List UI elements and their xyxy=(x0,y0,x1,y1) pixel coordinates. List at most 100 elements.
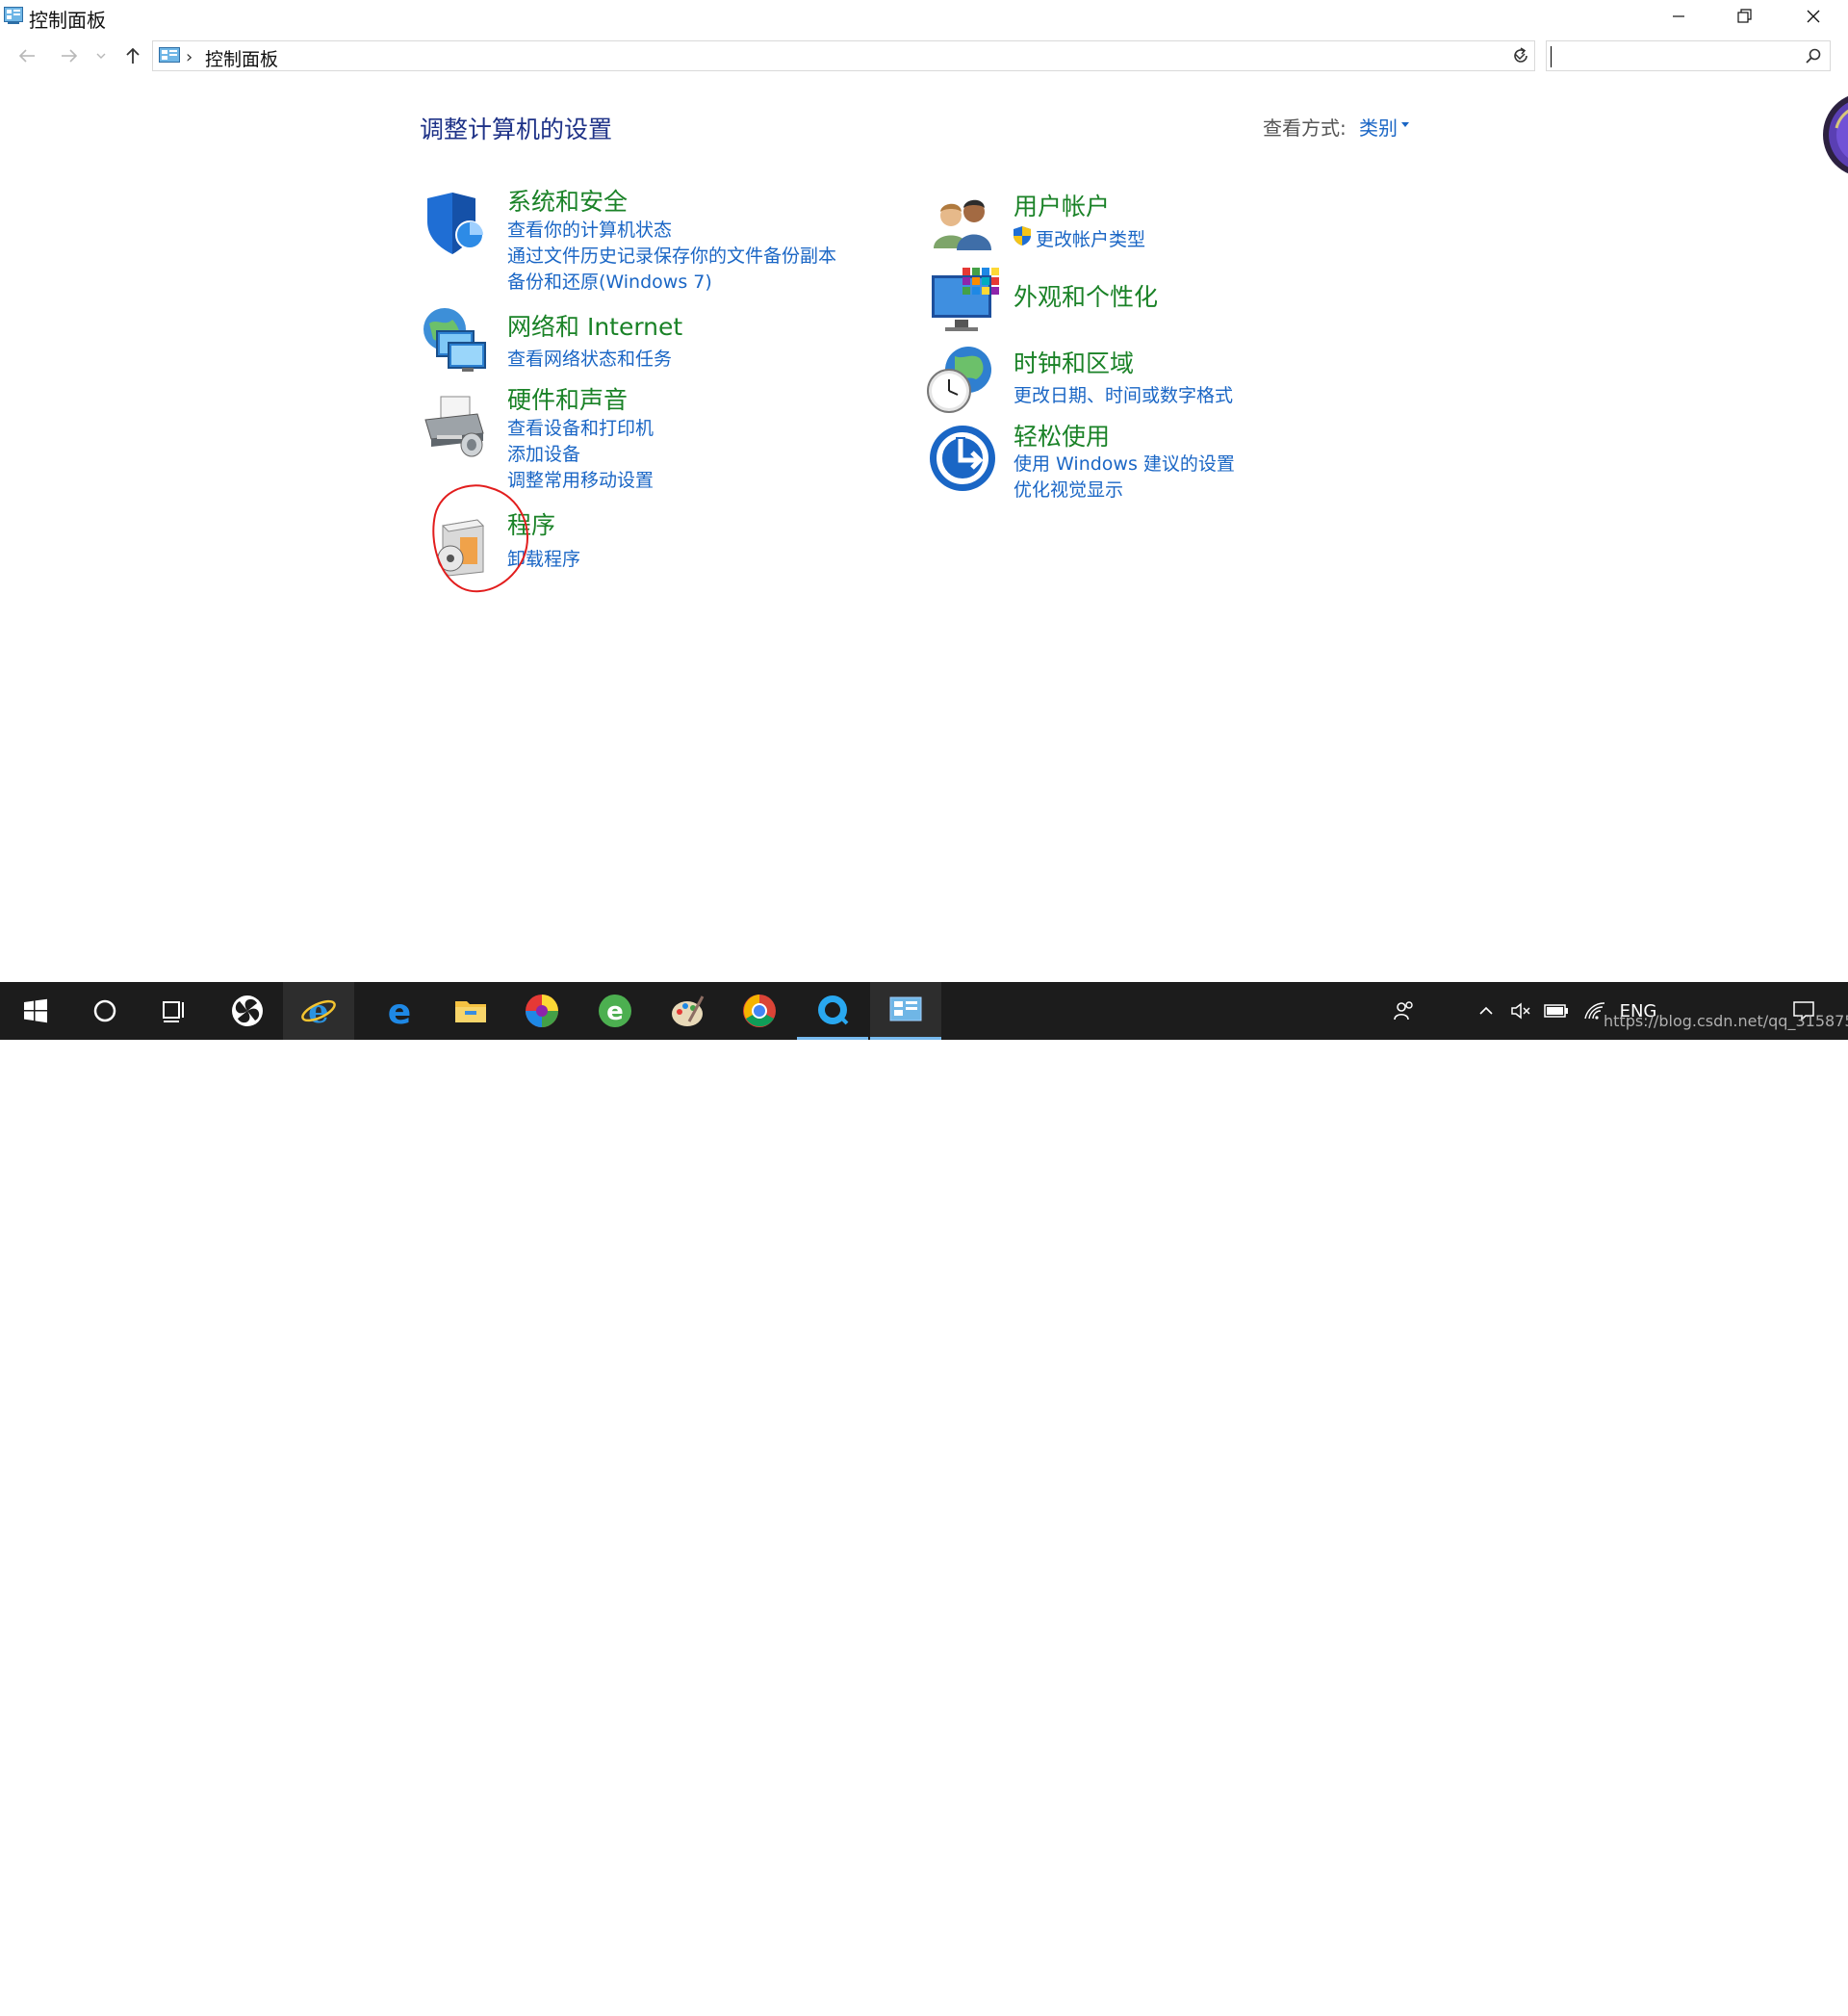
view-by-caret-icon[interactable] xyxy=(1401,122,1409,127)
edge-browser-icon: e xyxy=(388,994,411,1028)
clock-time[interactable]: 13:42 xyxy=(1694,1970,1790,1991)
svg-text:e: e xyxy=(606,997,624,1026)
minimize-icon xyxy=(1673,15,1684,17)
link-change-account-type[interactable]: 更改帐户类型 xyxy=(1036,225,1145,251)
category-title-user-accounts[interactable]: 用户帐户 xyxy=(1014,188,1110,222)
link-recommended-settings[interactable]: 使用 Windows 建议的设置 xyxy=(1014,450,1235,476)
clock-globe-icon[interactable] xyxy=(926,345,995,414)
taskbar-app-green-browser[interactable]: e xyxy=(579,982,651,1040)
taskbar-app-control-panel[interactable] xyxy=(870,982,941,1040)
link-backup-restore[interactable]: 备份和还原(Windows 7) xyxy=(507,268,712,294)
svg-text:e: e xyxy=(388,994,411,1028)
close-button[interactable] xyxy=(1781,0,1846,33)
taskbar: e e e ENG 13:42 2018/11/10 xyxy=(0,982,1848,2016)
category-title-clock-region[interactable]: 时钟和区域 xyxy=(1014,345,1134,379)
category-title-system-security[interactable]: 系统和安全 xyxy=(507,183,628,218)
restore-icon xyxy=(1737,9,1752,23)
back-button[interactable] xyxy=(15,44,38,67)
title-bar: 控制面板 xyxy=(0,0,1848,33)
taskbar-app-paint[interactable] xyxy=(653,982,724,1040)
cortana-circle-icon xyxy=(93,999,116,1022)
appearance-icon[interactable] xyxy=(930,266,999,335)
recent-locations-button[interactable] xyxy=(92,44,110,67)
show-hidden-icons-button[interactable] xyxy=(1473,982,1500,1040)
page-title: 调整计算机的设置 xyxy=(420,116,613,143)
close-icon xyxy=(1807,10,1820,23)
task-view-icon xyxy=(163,1001,184,1022)
arrow-right-icon xyxy=(62,49,78,63)
taskbar-app-chrome[interactable] xyxy=(724,982,795,1040)
category-title-network-internet[interactable]: 网络和 Internet xyxy=(507,308,682,343)
battery-icon xyxy=(1544,1004,1568,1018)
chrome-icon xyxy=(743,995,776,1027)
category-title-hardware-sound[interactable]: 硬件和声音 xyxy=(507,381,628,416)
view-by-label: 查看方式: xyxy=(1263,116,1347,140)
volume-button[interactable] xyxy=(1507,982,1534,1040)
arrow-left-icon xyxy=(18,49,35,63)
speaker-muted-icon xyxy=(1511,1002,1530,1020)
refresh-icon[interactable] xyxy=(1511,46,1530,65)
battery-button[interactable] xyxy=(1542,982,1571,1040)
control-panel-icon xyxy=(889,996,922,1021)
svg-text:e: e xyxy=(308,993,329,1029)
color-wheel-icon xyxy=(526,995,558,1027)
window-title: 控制面板 xyxy=(29,9,106,32)
task-view-button[interactable] xyxy=(139,982,210,1040)
action-center-button[interactable] xyxy=(1784,982,1823,1040)
input-language-button[interactable]: ENG xyxy=(1617,982,1659,1040)
link-network-status[interactable]: 查看网络状态和任务 xyxy=(507,345,672,371)
people-icon xyxy=(1394,1001,1413,1021)
minimize-button[interactable] xyxy=(1646,0,1711,33)
annotation-circle xyxy=(432,484,528,593)
uac-shield-icon xyxy=(1014,226,1031,246)
chevron-up-icon xyxy=(1479,1006,1493,1015)
category-title-appearance[interactable]: 外观和个性化 xyxy=(1014,278,1158,313)
chevron-down-icon xyxy=(96,53,106,59)
navigation-bar: › 控制面板 xyxy=(0,37,1848,75)
forward-button[interactable] xyxy=(58,44,81,67)
text-cursor xyxy=(1551,46,1552,67)
address-bar[interactable]: › 控制面板 xyxy=(152,40,1535,71)
restore-button[interactable] xyxy=(1711,0,1777,33)
paint-palette-icon xyxy=(672,995,705,1026)
link-add-device[interactable]: 添加设备 xyxy=(507,440,580,466)
taskbar-app-edge[interactable]: e xyxy=(364,982,435,1040)
cortana-button[interactable] xyxy=(69,982,141,1040)
network-icon[interactable] xyxy=(420,306,489,375)
start-button[interactable] xyxy=(0,982,71,1040)
link-optimize-visual-display[interactable]: 优化视觉显示 xyxy=(1014,476,1123,502)
printer-icon[interactable] xyxy=(420,391,489,460)
taskbar-app-file-explorer[interactable] xyxy=(435,982,506,1040)
category-title-ease-of-access[interactable]: 轻松使用 xyxy=(1014,418,1110,452)
link-devices-printers[interactable]: 查看设备和打印机 xyxy=(507,414,654,440)
taskbar-app-ie[interactable]: e xyxy=(283,982,354,1040)
control-panel-icon xyxy=(159,47,180,63)
search-icon[interactable] xyxy=(1805,47,1822,65)
network-button[interactable] xyxy=(1580,982,1609,1040)
ease-of-access-icon[interactable] xyxy=(928,424,997,493)
pinwheel-icon xyxy=(232,995,263,1026)
shield-icon[interactable] xyxy=(420,189,489,258)
watermark-text: https://blog.csdn.net/qq_31587525 xyxy=(1604,1012,1848,1030)
people-button[interactable] xyxy=(1386,982,1421,1040)
taskbar-app-photos[interactable] xyxy=(506,982,578,1040)
users-icon[interactable] xyxy=(930,191,999,260)
floating-orb-icon[interactable] xyxy=(1819,91,1848,178)
folder-icon xyxy=(455,1001,486,1022)
chat-bubble-icon xyxy=(818,995,849,1025)
windows-logo-icon xyxy=(24,998,47,1023)
taskbar-app-qq[interactable] xyxy=(797,982,868,1040)
search-input[interactable] xyxy=(1546,40,1831,71)
link-view-computer-status[interactable]: 查看你的计算机状态 xyxy=(507,216,672,242)
clock-date[interactable]: 2018/11/10 xyxy=(1665,1995,1800,2016)
breadcrumb-chevron-icon[interactable]: › xyxy=(186,47,192,67)
internet-explorer-icon: e xyxy=(301,993,336,1029)
taskbar-app-pinwheel[interactable] xyxy=(212,982,283,1040)
arrow-up-icon xyxy=(126,47,140,64)
view-by-dropdown[interactable]: 类别 xyxy=(1359,113,1398,141)
link-file-history-backup[interactable]: 通过文件历史记录保存你的文件备份副本 xyxy=(507,242,836,268)
link-change-date-time-format[interactable]: 更改日期、时间或数字格式 xyxy=(1014,381,1233,407)
breadcrumb[interactable]: 控制面板 xyxy=(205,45,278,71)
up-button[interactable] xyxy=(121,44,144,67)
control-panel-icon xyxy=(4,7,23,24)
